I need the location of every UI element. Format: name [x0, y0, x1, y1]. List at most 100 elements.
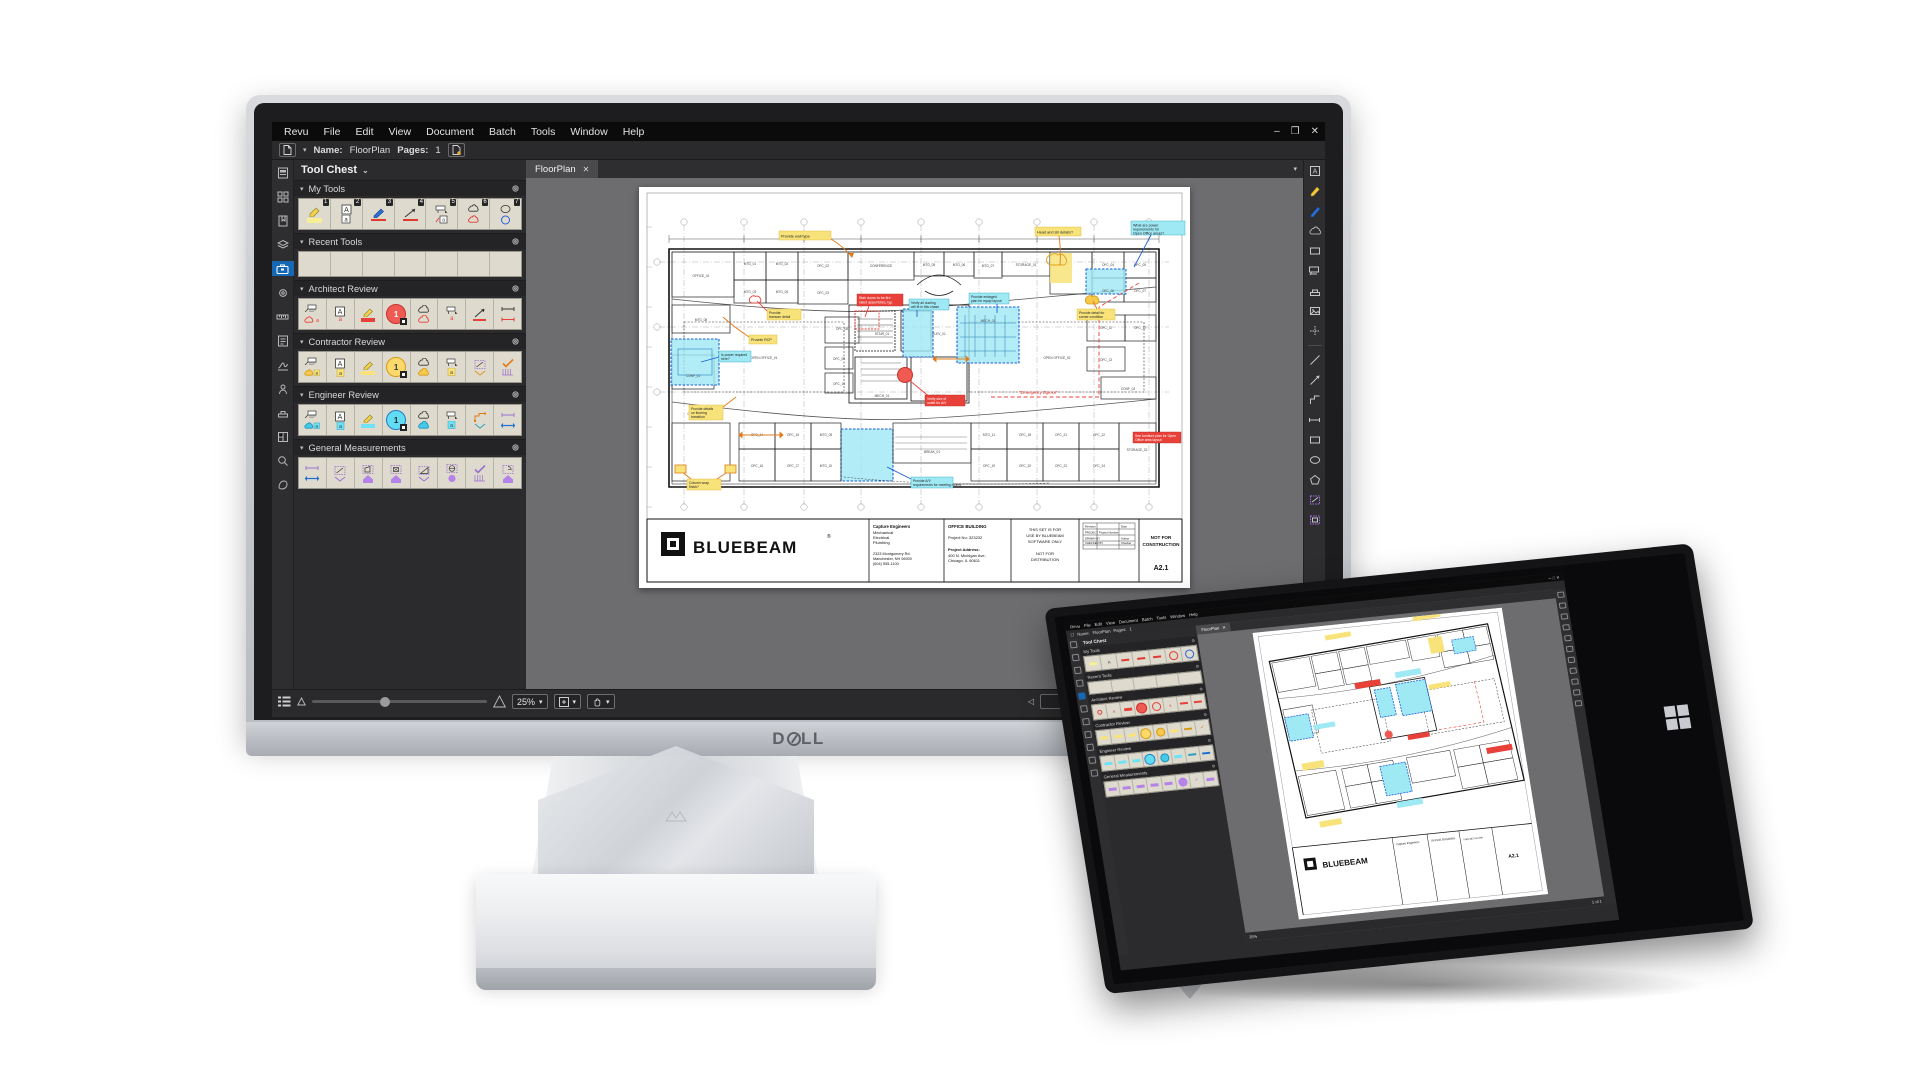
properties-gear-icon[interactable] [275, 285, 291, 300]
tablet-search-icon[interactable] [1090, 769, 1099, 777]
tool-slot-empty[interactable] [1155, 673, 1181, 687]
document-properties-icon[interactable] [279, 143, 296, 157]
grid-view-icon[interactable] [275, 189, 291, 204]
tool-slot-empty[interactable] [395, 252, 427, 276]
tablet-bookmarks-icon[interactable] [1073, 666, 1082, 675]
gear-icon[interactable] [511, 237, 520, 246]
tool-diameter-measure[interactable] [438, 458, 467, 488]
tool-slot-empty[interactable] [1133, 675, 1158, 690]
thumbnails-icon[interactable] [275, 165, 291, 180]
tablet-highlighter-icon[interactable] [1558, 602, 1567, 609]
snapshot-icon[interactable] [1307, 324, 1323, 338]
tablet-pen-icon[interactable] [1560, 613, 1569, 620]
tablet-ellipse-icon[interactable] [1572, 689, 1581, 696]
tool-cloud[interactable] [411, 405, 439, 435]
gear-icon[interactable] [511, 184, 520, 193]
tool-checkmark-count[interactable]: ✓ [1195, 720, 1210, 735]
tablet-menu-item-file[interactable]: File [1083, 622, 1091, 628]
tablet-menu-item-window[interactable]: Window [1170, 612, 1186, 618]
tool-radius-measure[interactable] [1203, 771, 1218, 786]
tool-slot-empty[interactable] [299, 252, 331, 276]
menu-item-window[interactable]: Window [570, 126, 607, 138]
studio-icon[interactable] [275, 381, 291, 396]
tab-floorplan[interactable]: FloorPlan ✕ [526, 160, 599, 178]
tool-radius-measure[interactable] [494, 458, 521, 488]
zoom-in-icon[interactable] [493, 695, 506, 708]
group-header-my-tools[interactable]: ▾ My Tools [294, 180, 526, 196]
close-icon[interactable]: ✕ [1222, 625, 1226, 630]
tablet-line-icon[interactable] [1567, 656, 1576, 664]
tool-slot-empty[interactable] [490, 252, 521, 276]
tool-cloud[interactable] [411, 352, 439, 382]
add-page-icon[interactable] [447, 143, 465, 157]
tablet-cloud-icon[interactable] [1562, 623, 1571, 631]
gear-icon[interactable] [511, 284, 520, 293]
tablet-zoom-value[interactable]: 25% [1249, 934, 1258, 940]
rectangle-markup-icon[interactable] [1307, 244, 1323, 258]
tablet-gear-icon[interactable] [1079, 705, 1089, 713]
menu-item-view[interactable]: View [389, 126, 412, 138]
tablet-signature-icon[interactable] [1086, 743, 1095, 752]
tablet-grid-icon[interactable] [1071, 653, 1080, 662]
prev-page-button[interactable]: ◁ [1028, 697, 1034, 706]
gear-icon[interactable] [511, 337, 520, 346]
tablet-doc-icon[interactable]: ☐ [1070, 632, 1075, 637]
chevron-down-icon[interactable]: ⌄ [362, 166, 369, 175]
tool-angle-measure[interactable] [411, 458, 439, 488]
tool-checkmark-count[interactable] [494, 352, 521, 382]
gear-icon[interactable]: ⚙ [1195, 663, 1199, 668]
tool-length-measure[interactable] [299, 458, 327, 488]
tool-callout-cloud[interactable]: a [299, 405, 327, 435]
zoom-level-dropdown[interactable]: 25% ▾ [512, 694, 548, 709]
tool-text-box[interactable]: 2 A a [331, 199, 363, 229]
tool-slot-empty[interactable] [458, 252, 491, 276]
menu-item-file[interactable]: File [324, 126, 341, 138]
ellipse-icon[interactable] [1307, 453, 1323, 467]
tablet-canvas[interactable]: BLUEBEAM Capture Engineers OFFICE BUILDI… [1197, 598, 1604, 933]
bookmarks-icon[interactable] [275, 213, 291, 228]
pdf-page[interactable]: "Emergency Egress" OFFICE_01 MTG_01 MTG_0… [639, 187, 1190, 588]
tablet-layers-icon[interactable] [1075, 679, 1084, 688]
tablet-area-measure-icon[interactable] [1574, 699, 1583, 707]
gear-icon[interactable]: ⚙ [1199, 686, 1203, 691]
cloud-icon[interactable] [1307, 224, 1323, 238]
tool-stamp-number[interactable]: 1 [383, 405, 411, 435]
dimension-icon[interactable] [1307, 413, 1323, 427]
tablet-markups-icon[interactable] [1084, 730, 1093, 739]
tool-slot-empty[interactable] [331, 252, 363, 276]
tool-perimeter-measure[interactable] [355, 458, 383, 488]
page-list-icon[interactable] [278, 696, 291, 707]
tool-slot-empty[interactable] [426, 252, 459, 276]
tool-cloud[interactable]: 6 [458, 199, 491, 229]
tablet-menu-item-tools[interactable]: Tools [1156, 614, 1167, 620]
stamp-icon[interactable] [1307, 284, 1323, 298]
punch-keys-icon[interactable] [275, 477, 291, 492]
tool-highlight[interactable] [355, 352, 383, 382]
tablet-sidebar-item-tool-chest[interactable] [1077, 692, 1086, 700]
signature-icon[interactable] [275, 357, 291, 372]
zoom-slider-handle[interactable] [380, 696, 390, 707]
tool-area-measure[interactable] [327, 458, 355, 488]
volume-measure-icon[interactable] [1307, 513, 1323, 527]
tool-arrow[interactable] [466, 299, 495, 329]
measurements-icon[interactable] [275, 309, 291, 324]
tool-callout-cloud[interactable]: a [299, 299, 327, 329]
tool-stamp-number[interactable]: 1 [383, 352, 411, 382]
gear-icon[interactable] [511, 443, 520, 452]
tool-length-measure[interactable] [494, 299, 521, 329]
group-header-engineer-review[interactable]: ▾ Engineer Review [294, 386, 526, 402]
tool-highlighter[interactable]: 1 [299, 199, 331, 229]
group-header-recent-tools[interactable]: ▾ Recent Tools [294, 233, 526, 249]
tablet-rectangle-icon[interactable] [1570, 678, 1579, 685]
tablet-text-box-icon[interactable] [1556, 591, 1565, 599]
gear-icon[interactable]: ⚙ [1207, 737, 1211, 742]
pan-tool-dropdown[interactable]: ▾ [587, 694, 615, 709]
tablet-menu-item-edit[interactable]: Edit [1094, 621, 1102, 627]
maximize-icon[interactable]: ❐ [1291, 126, 1300, 137]
tablet-menu-item-help[interactable]: Help [1189, 611, 1198, 617]
menu-item-help[interactable]: Help [623, 126, 645, 138]
tool-area-measure[interactable] [466, 352, 495, 382]
menu-item-document[interactable]: Document [426, 126, 474, 138]
line-icon[interactable] [1307, 353, 1323, 367]
stamps-icon[interactable] [275, 405, 291, 420]
